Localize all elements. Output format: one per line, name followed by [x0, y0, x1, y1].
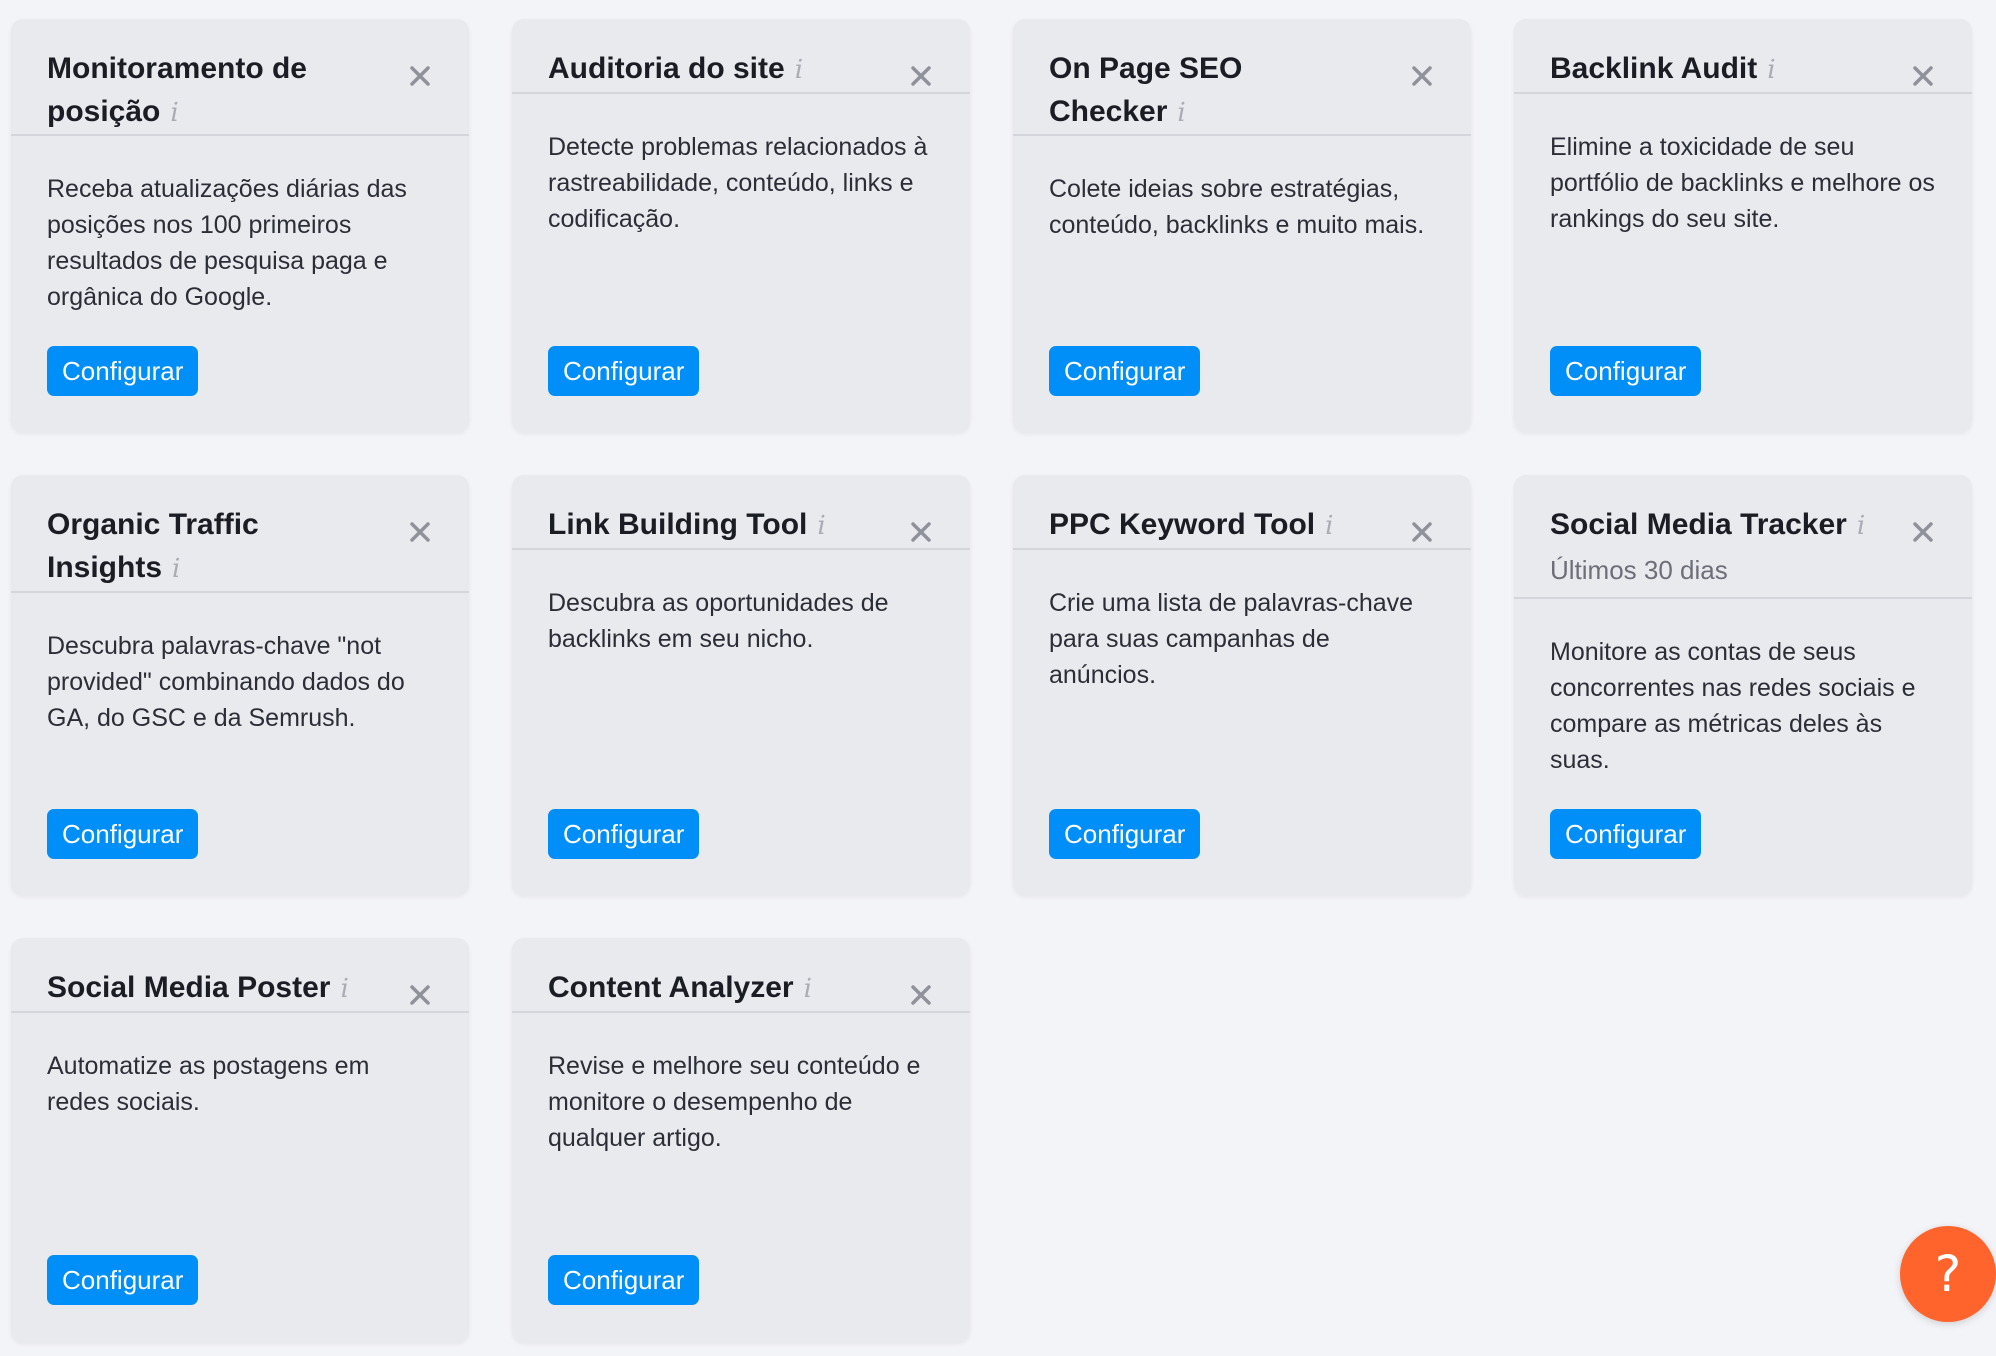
info-icon[interactable]: i	[804, 968, 812, 1011]
configure-button[interactable]: Configurar	[548, 809, 700, 859]
configure-button[interactable]: Configurar	[1049, 346, 1201, 396]
widget-card-social-media-poster: Social Media Poster i Automatize as posta…	[11, 938, 469, 1342]
configure-button[interactable]: Configurar	[1550, 809, 1702, 859]
widget-title: Organic Traffic Insights i	[47, 503, 389, 591]
info-icon[interactable]: i	[1857, 505, 1865, 548]
info-icon[interactable]: i	[172, 548, 180, 591]
widget-description: Descubra palavras-chave "not provided" c…	[47, 632, 405, 732]
configure-button[interactable]: Configurar	[47, 346, 199, 396]
widget-header: Auditoria do site i	[512, 19, 970, 94]
widget-card-ppc-keyword-tool: PPC Keyword Tool i Crie uma lista de pala…	[1013, 475, 1471, 895]
widget-title-text: Link Building Tool	[548, 508, 808, 541]
widget-description: Colete ideias sobre estratégias, conteúd…	[1049, 175, 1425, 239]
widget-card-social-media-tracker: Social Media Tracker i Últimos 30 dias Mo…	[1514, 475, 1972, 895]
info-icon[interactable]: i	[817, 505, 825, 548]
widget-description: Monitore as contas de seus concorrentes …	[1550, 638, 1916, 774]
widget-header: Monitoramento de posição i	[11, 19, 469, 136]
widget-header: Backlink Audit i	[1514, 19, 1972, 94]
widget-title-text: On Page SEO Checker	[1049, 52, 1243, 128]
close-icon[interactable]	[1409, 519, 1435, 545]
close-icon[interactable]	[1910, 63, 1936, 89]
widget-description: Detecte problemas relacionados à rastrea…	[548, 133, 928, 233]
widget-card-backlink-audit: Backlink Audit i Elimine a toxicidade de …	[1514, 19, 1972, 432]
info-icon[interactable]: i	[340, 968, 348, 1011]
widget-title: On Page SEO Checker i	[1049, 47, 1391, 135]
widget-title-text: PPC Keyword Tool	[1049, 508, 1316, 541]
widget-title: Auditoria do site i	[548, 47, 890, 92]
widget-title-text: Content Analyzer	[548, 971, 794, 1004]
widget-title-text: Auditoria do site	[548, 52, 785, 85]
widget-description: Elimine a toxicidade de seu portfólio de…	[1550, 133, 1935, 233]
info-icon[interactable]: i	[795, 49, 803, 92]
widget-description: Descubra as oportunidades de backlinks e…	[548, 589, 889, 653]
widget-card-link-building-tool: Link Building Tool i Descubra as oportuni…	[512, 475, 970, 895]
widget-description: Crie uma lista de palavras-chave para su…	[1049, 589, 1414, 689]
widget-header: Organic Traffic Insights i	[11, 475, 469, 593]
widget-dashboard: Monitoramento de posição i Receba atualiz…	[0, 0, 1996, 1356]
widget-title: Content Analyzer i	[548, 966, 890, 1011]
configure-button[interactable]: Configurar	[548, 1255, 700, 1305]
help-button[interactable]: ?	[1900, 1226, 1996, 1322]
info-icon[interactable]: i	[1767, 49, 1775, 92]
widget-title: Link Building Tool i	[548, 503, 890, 548]
info-icon[interactable]: i	[1177, 92, 1185, 135]
widget-header: On Page SEO Checker i	[1013, 19, 1471, 136]
widget-title-text: Organic Traffic Insights	[47, 508, 259, 584]
close-icon[interactable]	[407, 519, 433, 545]
widget-period-label: Últimos 30 dias	[1550, 555, 1728, 585]
widget-card-content-analyzer: Content Analyzer i Revise e melhore seu c…	[512, 938, 970, 1342]
widget-title-text: Social Media Tracker	[1550, 508, 1847, 541]
info-icon[interactable]: i	[170, 92, 178, 135]
close-icon[interactable]	[407, 982, 433, 1008]
close-icon[interactable]	[908, 63, 934, 89]
widget-title: Monitoramento de posição i	[47, 47, 389, 135]
widget-title-text: Social Media Poster	[47, 971, 331, 1004]
close-icon[interactable]	[1409, 63, 1435, 89]
widget-description: Automatize as postagens em redes sociais…	[47, 1052, 370, 1116]
widget-header: Social Media Poster i	[11, 938, 469, 1013]
widget-card-site-audit: Auditoria do site i Detecte problemas rel…	[512, 19, 970, 432]
widget-title: Social Media Tracker i	[1550, 503, 1892, 548]
widget-header: PPC Keyword Tool i	[1013, 475, 1471, 550]
widget-header: Link Building Tool i	[512, 475, 970, 550]
configure-button[interactable]: Configurar	[47, 1255, 199, 1305]
configure-button[interactable]: Configurar	[548, 346, 700, 396]
widget-title: Backlink Audit i	[1550, 47, 1892, 92]
widget-description: Receba atualizações diárias das posições…	[47, 175, 407, 311]
widget-description: Revise e melhore seu conteúdo e monitore…	[548, 1052, 921, 1152]
widget-title-text: Backlink Audit	[1550, 52, 1758, 85]
close-icon[interactable]	[1910, 519, 1936, 545]
widget-card-position-tracking: Monitoramento de posição i Receba atualiz…	[11, 19, 469, 432]
close-icon[interactable]	[908, 982, 934, 1008]
close-icon[interactable]	[407, 63, 433, 89]
widget-header: Content Analyzer i	[512, 938, 970, 1013]
widget-card-on-page-seo-checker: On Page SEO Checker i Colete ideias sobre…	[1013, 19, 1471, 432]
question-mark-icon: ?	[1934, 1245, 1962, 1303]
configure-button[interactable]: Configurar	[47, 809, 199, 859]
close-icon[interactable]	[908, 519, 934, 545]
configure-button[interactable]: Configurar	[1049, 809, 1201, 859]
configure-button[interactable]: Configurar	[1550, 346, 1702, 396]
widget-header: Social Media Tracker i Últimos 30 dias	[1514, 475, 1972, 599]
widget-card-organic-traffic-insights: Organic Traffic Insights i Descubra palav…	[11, 475, 469, 895]
info-icon[interactable]: i	[1325, 505, 1333, 548]
widget-title: PPC Keyword Tool i	[1049, 503, 1391, 548]
widget-title: Social Media Poster i	[47, 966, 389, 1011]
